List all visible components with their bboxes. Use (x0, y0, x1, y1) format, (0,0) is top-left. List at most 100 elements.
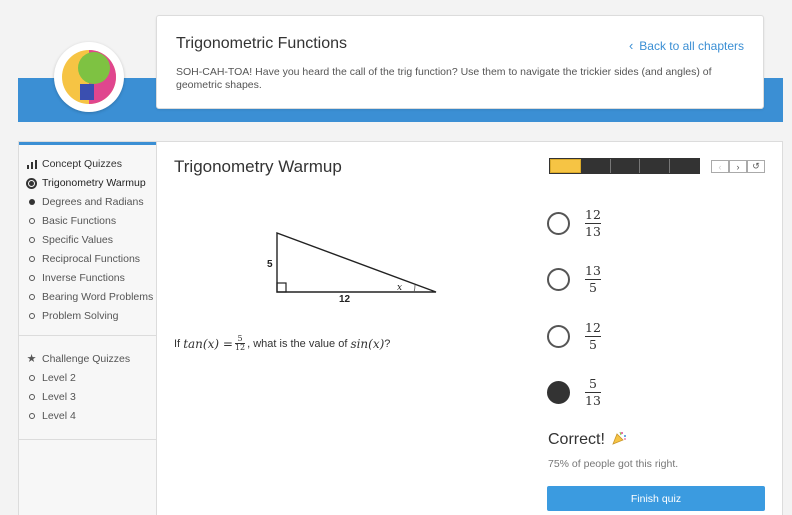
radio-button[interactable] (547, 212, 570, 235)
prev-question-button[interactable]: ‹ (711, 160, 729, 173)
empty-dot-icon (26, 311, 37, 322)
sidebar-item-label: Specific Values (42, 234, 114, 246)
sidebar-divider (19, 335, 157, 336)
sidebar-item-inverse-functions[interactable]: Inverse Functions (26, 272, 125, 284)
option-fraction: 12 5 (585, 321, 601, 352)
finish-quiz-button[interactable]: Finish quiz (547, 486, 765, 511)
option-numerator: 12 (585, 207, 601, 222)
option-denominator: 13 (585, 224, 601, 239)
sin-expression: sin(x) (350, 336, 385, 351)
sidebar-item-label: Basic Functions (42, 215, 117, 227)
question-middle: , what is the value of (247, 337, 348, 350)
next-question-button[interactable]: › (729, 160, 747, 173)
back-to-chapters-link[interactable]: ‹ Back to all chapters (629, 38, 744, 53)
sidebar-divider (19, 439, 157, 440)
option-denominator: 13 (585, 393, 601, 408)
sidebar-item-level-3[interactable]: Level 3 (26, 391, 76, 403)
question-text: If tan(x) = 5 12 , what is the value of … (174, 335, 390, 352)
empty-dot-icon (26, 254, 37, 265)
option-numerator: 13 (585, 263, 601, 278)
option-denominator: 5 (588, 337, 597, 352)
answer-statistic: 75% of people got this right. (548, 458, 679, 470)
quiz-title: Trigonometry Warmup (174, 157, 342, 176)
progress-segment (581, 159, 611, 173)
progress-segment (640, 159, 671, 173)
sidebar-item-label: Degrees and Radians (42, 196, 144, 208)
fraction-numerator: 5 (237, 334, 243, 343)
quiz-card: Concept Quizzes Trigonometry Warmup Degr… (18, 141, 783, 515)
fraction-denominator: 12 (234, 343, 246, 352)
sidebar-item-label: Bearing Word Problems (42, 291, 154, 303)
sidebar-item-label: Level 4 (42, 410, 76, 422)
chapter-header-card: Trigonometric Functions ‹ Back to all cha… (156, 15, 764, 109)
bar-chart-icon (26, 159, 37, 169)
empty-dot-icon (26, 235, 37, 246)
sidebar-item-level-4[interactable]: Level 4 (26, 410, 76, 422)
answer-option-1[interactable]: 12 13 (547, 208, 601, 239)
chapter-title: Trigonometric Functions (176, 35, 348, 52)
concept-heading-label: Concept Quizzes (42, 158, 122, 170)
option-fraction: 12 13 (585, 208, 601, 239)
radio-button-selected[interactable] (547, 381, 570, 404)
answer-option-2[interactable]: 13 5 (547, 264, 601, 295)
option-fraction: 5 13 (585, 377, 601, 408)
sidebar-item-label: Level 2 (42, 372, 76, 384)
reset-quiz-button[interactable]: ↺ (747, 160, 765, 173)
result-label: Correct! (548, 430, 605, 448)
party-popper-icon (611, 430, 627, 449)
radio-button[interactable] (547, 268, 570, 291)
empty-dot-icon (26, 216, 37, 227)
option-numerator: 5 (588, 376, 597, 391)
challenge-heading-label: Challenge Quizzes (42, 352, 131, 365)
quiz-sidebar: Concept Quizzes Trigonometry Warmup Degr… (19, 142, 157, 515)
answer-option-3[interactable]: 12 5 (547, 321, 601, 352)
sidebar-item-problem-solving[interactable]: Problem Solving (26, 310, 118, 322)
side-label-vertical: 5 (267, 259, 273, 270)
progress-segment (670, 159, 699, 173)
right-triangle-figure: 5 12 x (267, 231, 437, 302)
sidebar-item-level-2[interactable]: Level 2 (26, 372, 76, 384)
result-message: Correct! (548, 430, 627, 449)
chevron-left-icon: ‹ (628, 38, 634, 53)
angle-label: x (397, 283, 402, 293)
sidebar-item-label: Trigonometry Warmup (42, 177, 146, 189)
progress-segment (611, 159, 641, 173)
option-denominator: 5 (588, 280, 597, 295)
sidebar-item-label: Inverse Functions (42, 272, 125, 284)
sidebar-item-reciprocal-functions[interactable]: Reciprocal Functions (26, 253, 140, 265)
sidebar-item-trigonometry-warmup[interactable]: Trigonometry Warmup (26, 177, 146, 189)
question-suffix: ? (384, 337, 391, 350)
radio-button[interactable] (547, 325, 570, 348)
sidebar-accent-bar (19, 142, 156, 145)
quiz-progress-bar (549, 158, 700, 174)
empty-dot-icon (26, 292, 37, 303)
concept-quizzes-heading: Concept Quizzes (26, 158, 122, 170)
active-quiz-icon (26, 177, 37, 189)
challenge-quizzes-heading: ★ Challenge Quizzes (26, 352, 131, 366)
sidebar-item-specific-values[interactable]: Specific Values (26, 234, 113, 246)
quiz-nav-buttons: ‹ › ↺ (711, 160, 765, 173)
sidebar-item-bearing-word-problems[interactable]: Bearing Word Problems (26, 291, 153, 303)
sidebar-item-label: Problem Solving (42, 310, 119, 322)
progress-segment (550, 159, 581, 173)
empty-dot-icon (26, 373, 37, 384)
star-icon: ★ (26, 353, 37, 365)
sidebar-item-basic-functions[interactable]: Basic Functions (26, 215, 116, 227)
question-fraction: 5 12 (234, 334, 246, 352)
back-link-label: Back to all chapters (639, 39, 744, 53)
chapter-description: SOH-CAH-TOA! Have you heard the call of … (176, 66, 712, 91)
empty-dot-icon (26, 411, 37, 422)
sidebar-item-degrees-and-radians[interactable]: Degrees and Radians (26, 196, 144, 208)
option-numerator: 12 (585, 320, 601, 335)
sidebar-item-label: Level 3 (42, 391, 76, 403)
course-logo (54, 42, 124, 112)
filled-dot-icon (26, 197, 37, 208)
side-label-horizontal: 12 (339, 294, 351, 302)
option-fraction: 13 5 (585, 264, 601, 295)
question-prefix: If (174, 337, 181, 350)
empty-dot-icon (26, 273, 37, 284)
tan-expression: tan(x) = (183, 336, 233, 351)
sidebar-item-label: Reciprocal Functions (42, 253, 141, 265)
answer-option-4[interactable]: 5 13 (547, 377, 601, 408)
empty-dot-icon (26, 392, 37, 403)
